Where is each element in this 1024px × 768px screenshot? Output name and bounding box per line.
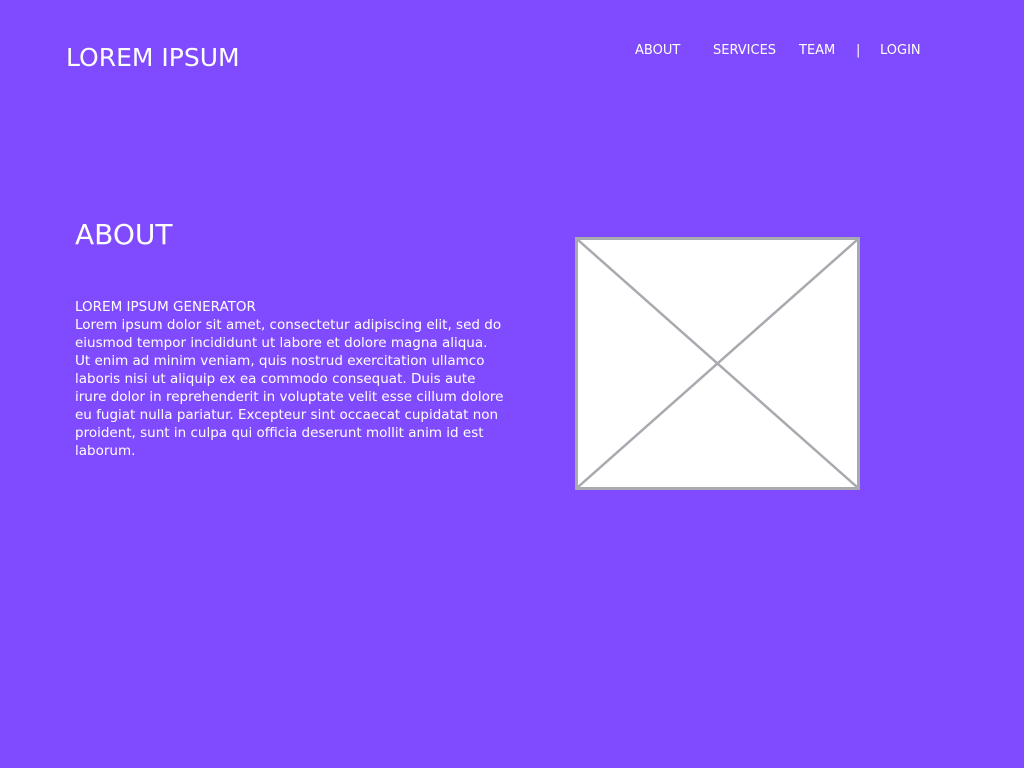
section-subtitle: LOREM IPSUM GENERATOR: [75, 299, 256, 315]
nav-link-services[interactable]: SERVICES: [713, 42, 776, 60]
image-placeholder-icon: [578, 240, 857, 487]
section-body-text: Lorem ipsum dolor sit amet, consectetur …: [75, 317, 504, 459]
nav-link-about[interactable]: ABOUT: [635, 42, 680, 60]
section-title: ABOUT: [75, 218, 173, 251]
nav-separator: |: [856, 43, 861, 58]
about-text-block: LOREM IPSUM GENERATOR Lorem ipsum dolor …: [75, 298, 505, 460]
site-logo[interactable]: LOREM IPSUM: [66, 40, 240, 76]
nav-link-team[interactable]: TEAM: [799, 42, 835, 60]
nav-link-login[interactable]: LOGIN: [880, 42, 921, 60]
image-placeholder: [575, 237, 860, 490]
